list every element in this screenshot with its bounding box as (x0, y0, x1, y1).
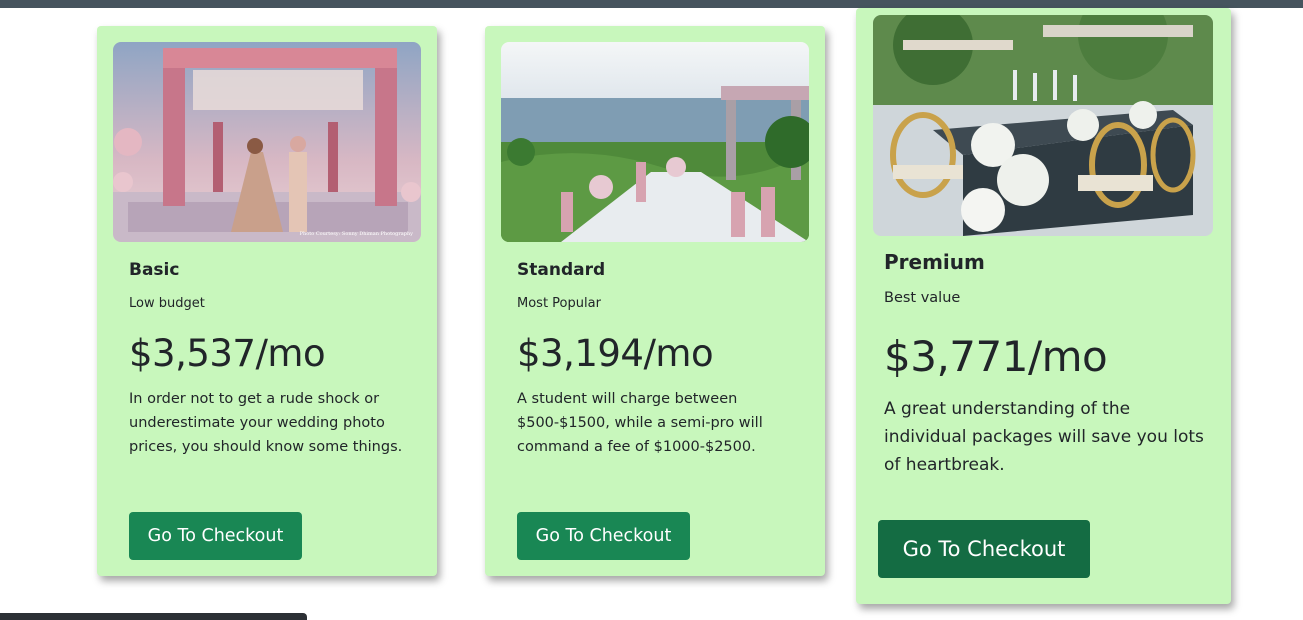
plan-title: Premium (884, 250, 985, 274)
top-bar (0, 0, 1303, 8)
checkout-button-basic[interactable]: Go To Checkout (129, 512, 302, 560)
pricing-card-premium: Premium Best value $3,771/mo A great und… (856, 8, 1231, 604)
wedding-mandap-photo: Photo Courtesy: Sonny Dhiman Photography (113, 42, 421, 242)
plan-price: $3,771/mo (884, 332, 1108, 381)
plan-subtitle: Most Popular (517, 296, 601, 311)
plan-description: A student will charge between $500-$1500… (517, 391, 763, 455)
plan-title: Basic (129, 260, 180, 280)
plan-title: Standard (517, 260, 606, 280)
status-tooltip (0, 613, 307, 620)
plan-price: $3,194/mo (517, 332, 714, 375)
plan-description: In order not to get a rude shock or unde… (129, 391, 403, 455)
pricing-card-basic: Photo Courtesy: Sonny Dhiman Photography… (97, 26, 437, 576)
checkout-button-standard[interactable]: Go To Checkout (517, 512, 690, 560)
checkout-button-premium[interactable]: Go To Checkout (878, 520, 1090, 578)
plan-subtitle: Low budget (129, 296, 205, 311)
plan-description: A great understanding of the individual … (884, 399, 1204, 475)
reception-table-photo (873, 15, 1213, 236)
plan-price: $3,537/mo (129, 332, 326, 375)
photo-caption: Photo Courtesy: Sonny Dhiman Photography (300, 231, 414, 237)
pricing-card-standard: Standard Most Popular $3,194/mo A studen… (485, 26, 825, 576)
plan-subtitle: Best value (884, 290, 961, 306)
seaside-ceremony-photo (501, 42, 809, 242)
